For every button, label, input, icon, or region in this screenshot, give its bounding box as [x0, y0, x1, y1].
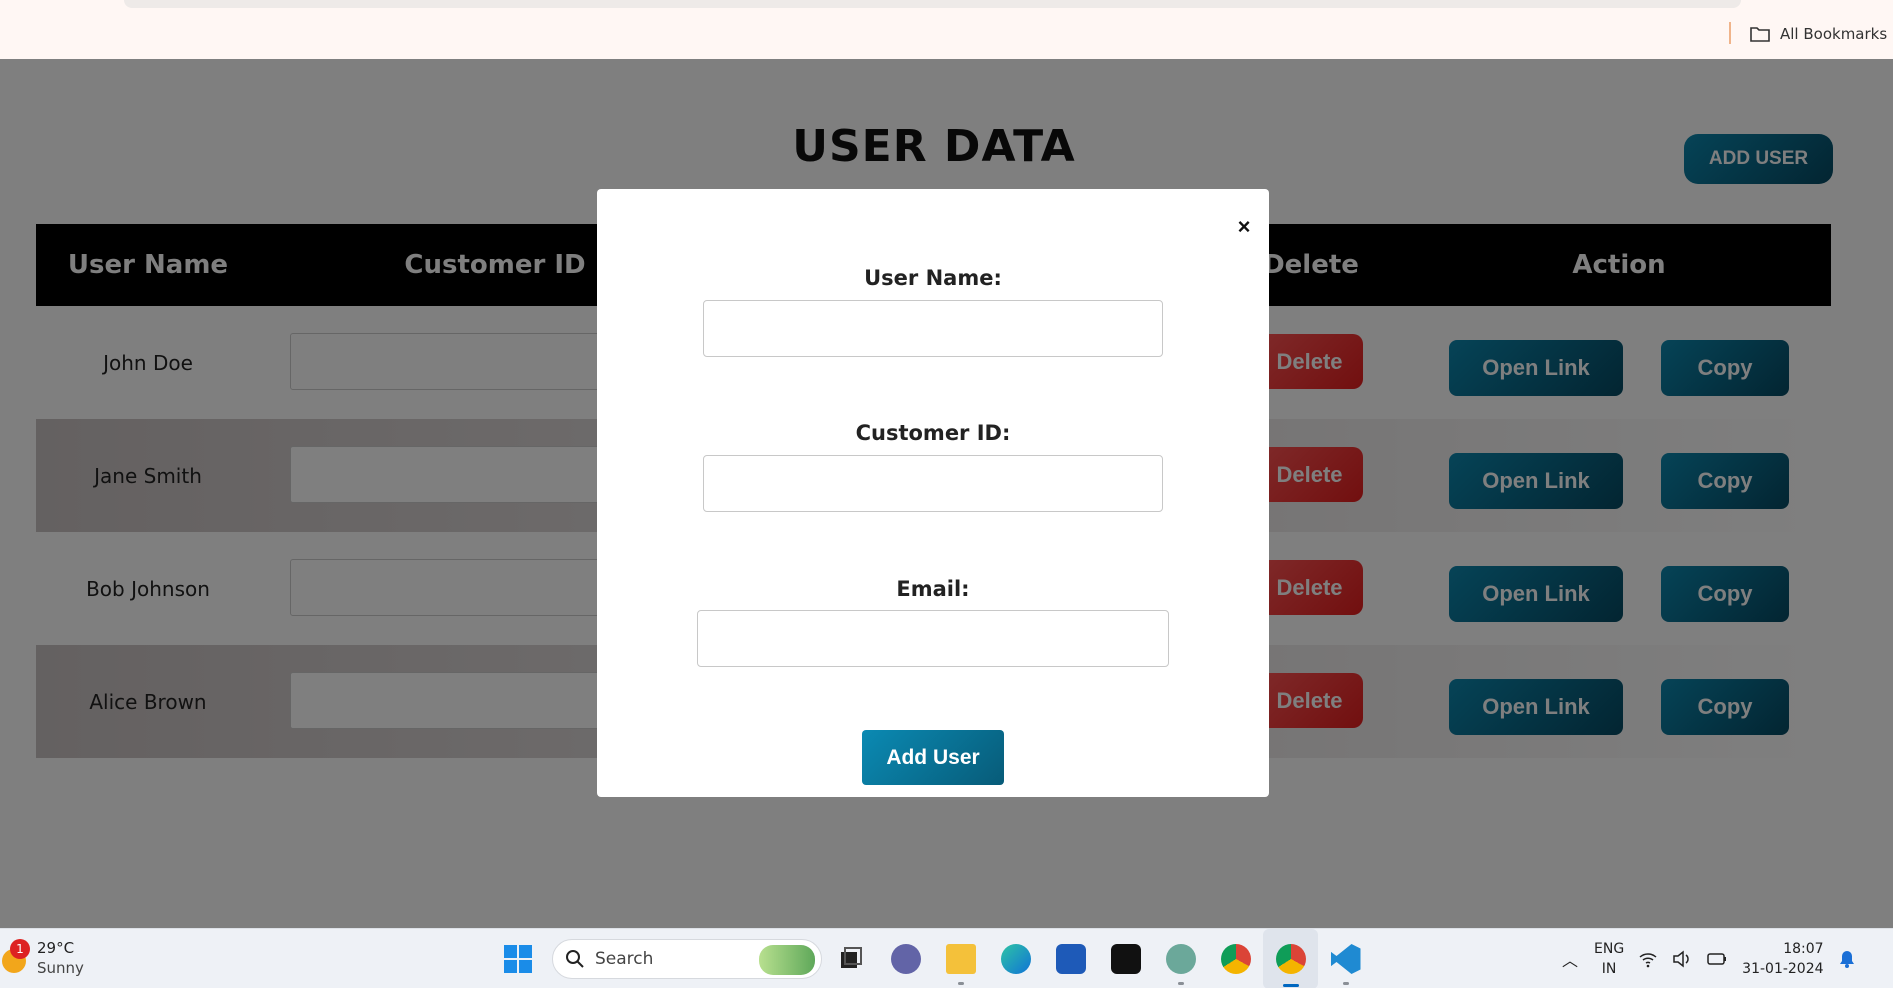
running-indicator	[1342, 982, 1349, 985]
customer-id-input[interactable]	[703, 455, 1163, 512]
folder-icon	[945, 944, 976, 974]
weather-temp: 29°C	[37, 939, 75, 957]
chatgpt-button[interactable]	[1153, 929, 1208, 988]
task-view-button[interactable]	[823, 929, 878, 988]
start-button[interactable]	[490, 929, 545, 988]
chrome-icon	[1220, 944, 1251, 974]
close-icon[interactable]: ×	[1230, 213, 1258, 241]
app-button[interactable]	[1098, 929, 1153, 988]
active-indicator	[1282, 984, 1299, 987]
chrome-button[interactable]	[1208, 929, 1263, 988]
all-bookmarks-button[interactable]: All Bookmarks	[1750, 22, 1887, 46]
system-tray: ︿ ENG IN 18:07 31-01-2024	[1560, 929, 1856, 988]
notification-badge: 1	[10, 939, 30, 959]
wifi-icon[interactable]	[1638, 950, 1658, 968]
taskbar: 1 29°C Sunny Search ︿ ENG IN 18:07 31-01…	[0, 928, 1893, 988]
username-input[interactable]	[703, 300, 1163, 357]
running-indicator	[957, 982, 964, 985]
search-placeholder: Search	[595, 949, 654, 969]
chevron-up-icon[interactable]: ︿	[1560, 947, 1580, 971]
email-label: Email:	[896, 577, 970, 601]
store-button[interactable]	[1043, 929, 1098, 988]
address-bar[interactable]	[124, 0, 1741, 8]
customer-id-label: Customer ID:	[855, 421, 1011, 445]
chrome-profile-icon	[1275, 944, 1306, 974]
folder-icon	[1750, 27, 1770, 42]
edge-icon	[1000, 944, 1031, 974]
windows-icon	[503, 945, 532, 973]
email-input[interactable]	[697, 610, 1169, 667]
battery-icon[interactable]	[1706, 950, 1728, 968]
weather-desc: Sunny	[37, 959, 84, 977]
search-icon	[566, 950, 584, 968]
notification-bell-icon[interactable]	[1838, 949, 1856, 969]
task-view-icon	[840, 947, 862, 968]
username-label: User Name:	[864, 266, 1002, 290]
language-indicator[interactable]: ENG IN	[1594, 939, 1624, 979]
dark-app-icon	[1110, 944, 1141, 974]
chat-icon	[890, 944, 921, 974]
chrome-profile-button[interactable]	[1263, 929, 1318, 988]
clock[interactable]: 18:07 31-01-2024	[1742, 939, 1823, 979]
add-user-modal: × User Name: Customer ID: Email: Add Use…	[597, 189, 1269, 797]
region-code: IN	[1601, 961, 1617, 977]
running-indicator	[1177, 982, 1184, 985]
taskbar-search[interactable]: Search	[552, 939, 822, 979]
vscode-icon	[1330, 944, 1361, 974]
submit-add-user-button[interactable]: Add User	[862, 730, 1004, 785]
weather-text: 29°C Sunny	[37, 938, 84, 978]
file-explorer-button[interactable]	[933, 929, 988, 988]
search-highlight-image	[759, 945, 815, 975]
language-code: ENG	[1594, 941, 1625, 957]
browser-toolbar: All Bookmarks	[0, 0, 1893, 59]
store-icon	[1055, 944, 1086, 974]
vscode-button[interactable]	[1318, 929, 1373, 988]
clock-time: 18:07	[1783, 941, 1824, 957]
bookmarks-divider	[1729, 22, 1731, 44]
bookmarks-label: All Bookmarks	[1780, 25, 1888, 43]
edge-button[interactable]	[988, 929, 1043, 988]
volume-icon[interactable]	[1672, 950, 1692, 968]
teams-button[interactable]	[878, 929, 933, 988]
clock-date: 31-01-2024	[1742, 961, 1824, 977]
chatgpt-icon	[1165, 944, 1196, 974]
